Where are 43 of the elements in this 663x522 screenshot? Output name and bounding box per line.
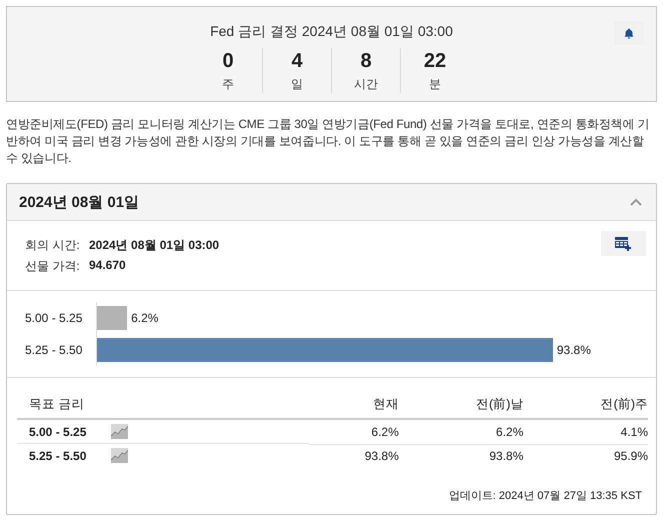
table-cell: 95.9% <box>614 449 648 463</box>
table-plus-icon <box>615 236 632 250</box>
meeting-date-title: 2024년 08월 01일 <box>19 192 140 212</box>
add-to-calendar-button[interactable] <box>601 231 646 256</box>
probability-bar <box>97 306 128 330</box>
bell-icon <box>624 28 634 38</box>
table-cell: 93.8% <box>364 449 399 463</box>
countdown-value: 22 <box>424 49 446 74</box>
line-chart-icon <box>111 448 128 463</box>
table-cell: 4.1% <box>620 424 648 439</box>
info-value: 94.670 <box>89 258 126 274</box>
column-header: 현재 <box>372 397 399 411</box>
table-cell: 93.8% <box>489 449 524 463</box>
rate-range: 5.00 - 5.25 <box>29 424 88 438</box>
countdown-unit: 주 <box>222 76 234 93</box>
rate-range: 5.25 - 5.50 <box>29 448 88 462</box>
column-header: 전(前)주 <box>600 397 648 411</box>
chevron-icon <box>630 198 642 206</box>
description-text: 연방준비제도(FED) 금리 모니터링 계산기는 CME 그룹 30일 연방기금(Fed Fund) 선물 가격을 토대로, 연준의 통화정책에 기반하여 미국 금리 변경 가능성에 관한 시장의 기대를 보여줍니다. 이 도구를 통해 곧 있을 연준의 금리 인상 가능성을 계산할 수 있습니다. <box>6 116 650 167</box>
countdown-unit: 시간 <box>354 76 378 93</box>
countdown-value: 4 <box>291 49 303 74</box>
countdown-title: Fed 금리 결정 2024년 08월 01일 03:00 <box>210 23 453 41</box>
info-value: 2024년 08월 01일 03:00 <box>89 237 220 254</box>
table-cell: 6.2% <box>371 424 399 439</box>
table-cell: 6.2% <box>496 424 524 439</box>
notification-bell-button[interactable] <box>614 21 644 45</box>
collapse-button[interactable] <box>628 196 644 208</box>
info-label: 선물 가격: <box>25 258 81 275</box>
bar-value: 93.8% <box>556 343 591 357</box>
info-label: 회의 시간: <box>25 237 81 254</box>
bar-label: 5.25 - 5.50 <box>24 343 84 357</box>
countdown-value: 8 <box>360 49 372 74</box>
bar-value: 6.2% <box>131 311 158 325</box>
update-time: 업데이트: 2024년 07월 27일 13:35 KST <box>448 490 642 502</box>
countdown-value: 0 <box>222 49 234 74</box>
trend-chart-button[interactable] <box>111 448 128 463</box>
column-header: 목표 금리 <box>29 397 84 411</box>
line-chart-icon <box>111 424 128 439</box>
bar-label: 5.00 - 5.25 <box>24 311 84 325</box>
column-header: 전(前)날 <box>476 397 524 411</box>
trend-chart-button[interactable] <box>111 424 128 439</box>
countdown-unit: 일 <box>291 76 303 93</box>
countdown-unit: 분 <box>429 76 441 93</box>
